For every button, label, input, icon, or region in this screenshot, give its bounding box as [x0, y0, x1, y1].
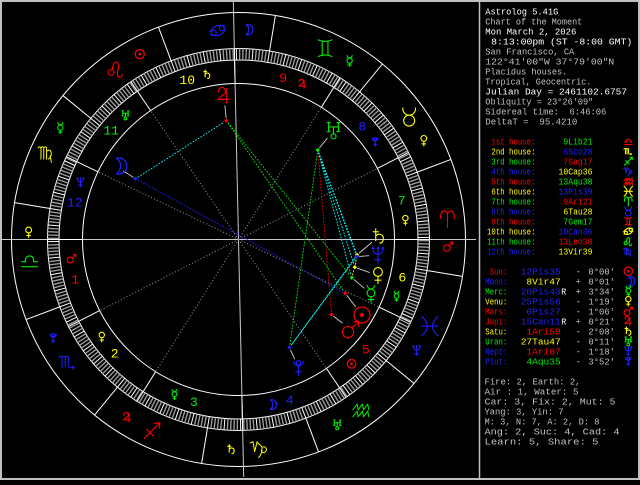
- svg-text:9: 9: [279, 71, 287, 86]
- svg-text:8: 8: [358, 120, 366, 135]
- svg-text:3: 3: [190, 395, 198, 410]
- svg-text:4Aqu35: 4Aqu35: [521, 356, 561, 367]
- svg-text:6: 6: [398, 270, 406, 285]
- svg-text:R: R: [561, 316, 566, 327]
- svg-text:Learn: 5, Share: 5: Learn: 5, Share: 5: [485, 436, 599, 447]
- svg-text:13Vir39: 13Vir39: [559, 246, 593, 257]
- svg-text:Plut:: Plut:: [485, 356, 507, 367]
- svg-text:1: 1: [71, 272, 79, 287]
- svg-text:5: 5: [362, 343, 370, 358]
- svg-text:4: 4: [286, 393, 294, 408]
- svg-text:-: -: [576, 356, 582, 367]
- svg-text:7: 7: [398, 194, 406, 209]
- svg-text:R: R: [561, 286, 566, 297]
- svg-text:12: 12: [67, 196, 83, 211]
- svg-text:10: 10: [179, 73, 195, 88]
- svg-text:DeltaT = 95.4210: DeltaT = 95.4210: [485, 116, 577, 127]
- svg-text:2: 2: [111, 347, 119, 362]
- svg-text:11: 11: [103, 124, 119, 139]
- svg-text:3°52': 3°52': [588, 356, 615, 367]
- svg-text:12th house:: 12th house:: [487, 246, 536, 257]
